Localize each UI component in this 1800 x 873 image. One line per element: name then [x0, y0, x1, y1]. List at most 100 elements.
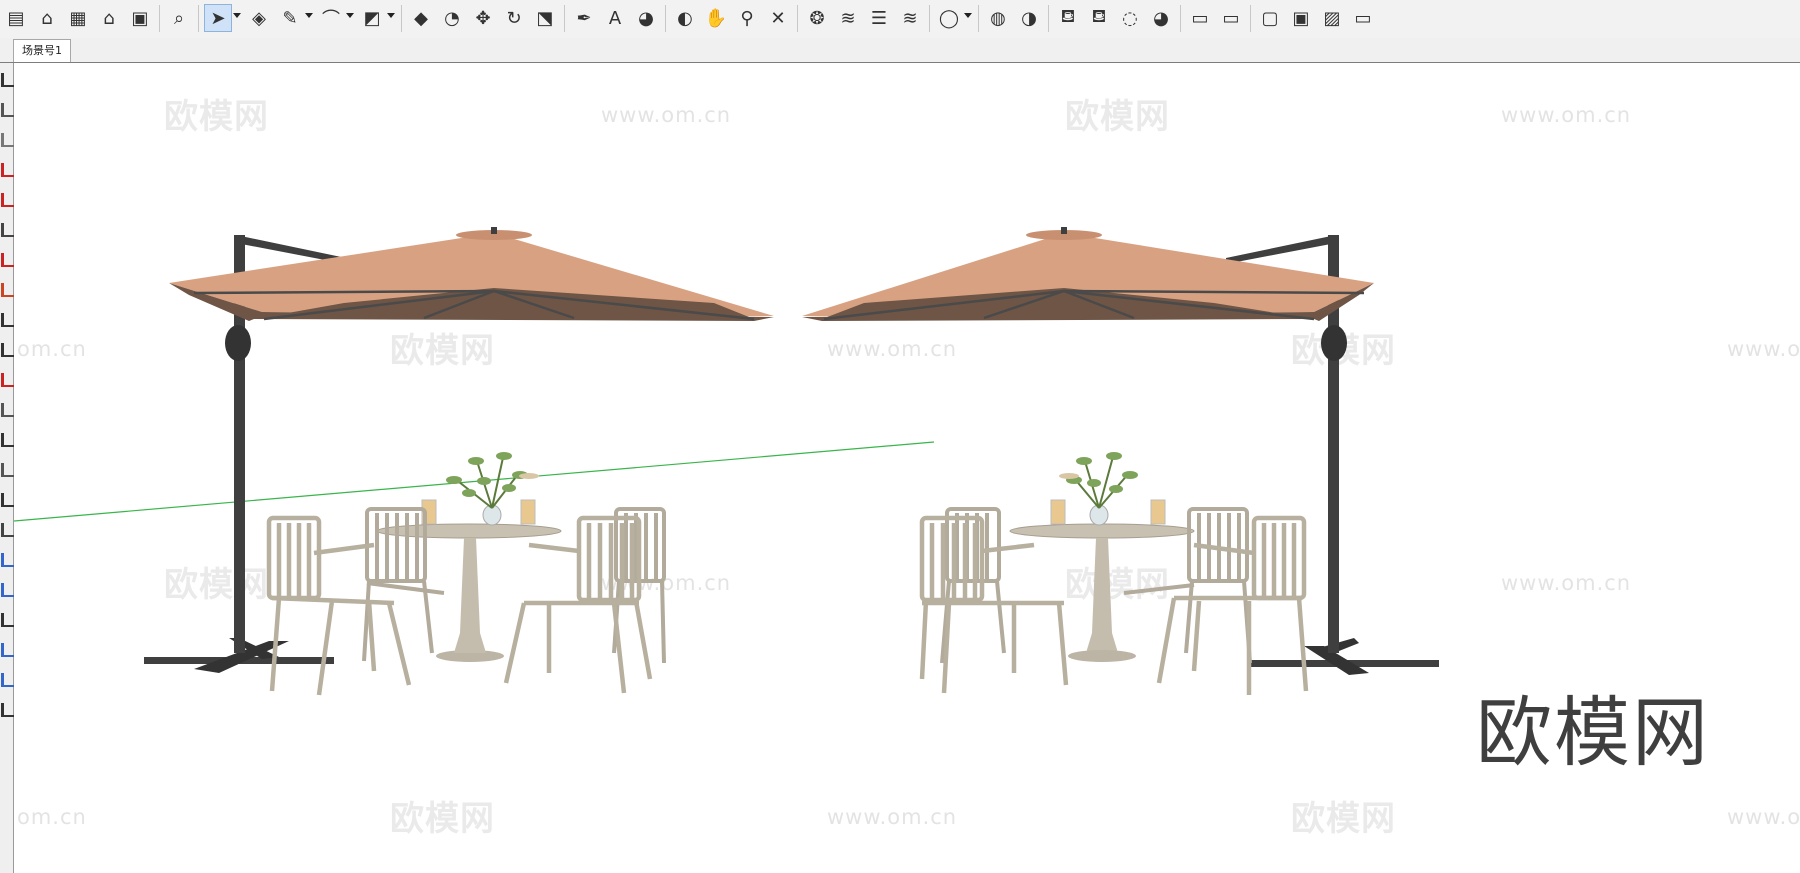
left-tool-icon[interactable]: [1, 223, 14, 237]
left-tool-icon[interactable]: [1, 583, 14, 597]
pencil-tool-button[interactable]: ✎: [276, 4, 304, 32]
palette-tool-button[interactable]: ◑: [1015, 4, 1043, 32]
select-tool-button[interactable]: ➤: [204, 4, 232, 32]
left-tool-icon[interactable]: [1, 103, 14, 117]
table-stem: [1092, 538, 1112, 633]
lock-tool-button[interactable]: ▭: [1349, 4, 1377, 32]
tape-measure-tool-button[interactable]: ✒: [570, 4, 598, 32]
open-tool-button[interactable]: ▤: [2, 4, 30, 32]
left-tool-icon[interactable]: [1, 553, 14, 567]
chevron-down-icon[interactable]: [233, 13, 241, 18]
table-stem: [454, 633, 486, 653]
left-tool-icon[interactable]: [1, 643, 14, 657]
chevron-down-icon[interactable]: [387, 13, 395, 18]
layers-icon: ☰: [870, 7, 888, 29]
paint-bucket-tool-button[interactable]: ◕: [632, 4, 660, 32]
left-tool-icon[interactable]: [1, 253, 14, 267]
window-tool-button[interactable]: ▢: [1256, 4, 1284, 32]
main-toolbar: ▤ ⌂ ▦ ⌂ ▣ ⌕ ➤ ◈ ✎ ⌒ ◩ ◆ ◔ ✥ ↻ ⬔ ✒ A ◕ ◐ ✋ ⚲ ✕ ❂ ≋ ☰ ≋ ◯ ◍ ◑ ⛾ ⛾ ◌ ◕ ▭ ▭ ▢ ▣ ▨ ▭: [0, 0, 1800, 39]
section-plane-icon: ▭: [1191, 7, 1209, 29]
scene-tab[interactable]: 场景号1: [13, 39, 71, 62]
chair-leg: [995, 580, 1006, 654]
left-tool-icon[interactable]: [1, 493, 14, 507]
materials-tool-button[interactable]: ◍: [984, 4, 1012, 32]
left-tool-icon[interactable]: [1, 193, 14, 207]
left-tool-icon[interactable]: [1, 463, 14, 477]
left-tool-icon[interactable]: [1, 373, 14, 387]
toolbar-separator: [665, 5, 666, 32]
eraser-tool-button[interactable]: ◈: [245, 4, 273, 32]
orbit-icon: ◐: [677, 7, 693, 29]
zoom-window-tool-button[interactable]: ⌕: [165, 4, 193, 32]
components-tool-button[interactable]: ❂: [803, 4, 831, 32]
scale-tool-button[interactable]: ⬔: [531, 4, 559, 32]
left-tool-icon[interactable]: [1, 133, 14, 147]
window-teapot-tool-button[interactable]: ▣: [1287, 4, 1315, 32]
umbrella-right: [802, 227, 1439, 675]
refresh-render-icon: ◌: [1122, 7, 1138, 29]
text-tool-button[interactable]: A: [601, 4, 629, 32]
drink-glass: [520, 499, 536, 525]
teapot-play-tool-button[interactable]: ⛾: [1085, 4, 1113, 32]
orbit-tool-button[interactable]: ◐: [671, 4, 699, 32]
section-display-tool-button[interactable]: ▭: [1217, 4, 1245, 32]
chair-back: [1251, 515, 1307, 601]
chevron-down-icon[interactable]: [305, 13, 313, 18]
shadows-tool-button[interactable]: ≋: [896, 4, 924, 32]
shape-icon: ◩: [363, 7, 381, 29]
layers-tool-button[interactable]: ☰: [865, 4, 893, 32]
open-icon: ▤: [7, 7, 25, 29]
home-tool-button[interactable]: ⌂: [33, 4, 61, 32]
follow-me-tool-button[interactable]: ◔: [438, 4, 466, 32]
lock-icon: ▭: [1354, 7, 1372, 29]
plant-leaf: [446, 476, 462, 484]
left-tool-icon[interactable]: [1, 73, 14, 87]
model-viewport[interactable]: 欧模网 www.om.cn 欧模网 www.om.cn om.cn 欧模网 ww…: [14, 63, 1800, 873]
chevron-down-icon[interactable]: [964, 13, 972, 18]
refresh-render-tool-button[interactable]: ◌: [1116, 4, 1144, 32]
left-tool-icon[interactable]: [1, 283, 14, 297]
zoom-extents-tool-button[interactable]: ✕: [764, 4, 792, 32]
home-outline-tool-button[interactable]: ⌂: [95, 4, 123, 32]
shape-tool-button[interactable]: ◩: [358, 4, 386, 32]
components-icon: ❂: [809, 7, 825, 29]
text-icon: A: [608, 7, 622, 29]
zoom-tool-button[interactable]: ⚲: [733, 4, 761, 32]
zoom-extents-icon: ✕: [770, 7, 786, 29]
chair-leg: [633, 600, 653, 680]
rotate-tool-button[interactable]: ↻: [500, 4, 528, 32]
teapot-tool-button[interactable]: ⛾: [1054, 4, 1082, 32]
home-icon: ⌂: [41, 7, 53, 29]
shadows-icon: ≋: [902, 7, 918, 29]
teapot-icon: ⛾: [1060, 6, 1076, 27]
left-tool-icon[interactable]: [1, 613, 14, 627]
styles-tool-button[interactable]: ≋: [834, 4, 862, 32]
left-tool-icon[interactable]: [1, 673, 14, 687]
left-tool-icon[interactable]: [1, 313, 14, 327]
left-tool-icon[interactable]: [1, 403, 14, 417]
toolbar-separator: [929, 5, 930, 32]
extension-warehouse-tool-button[interactable]: ▣: [126, 4, 154, 32]
left-tool-icon[interactable]: [1, 523, 14, 537]
account-tool-button[interactable]: ◯: [935, 4, 963, 32]
table-set-right: [919, 452, 1309, 695]
move-tool-button[interactable]: ✥: [469, 4, 497, 32]
left-tool-icon[interactable]: [1, 433, 14, 447]
section-plane-tool-button[interactable]: ▭: [1186, 4, 1214, 32]
window-image-tool-button[interactable]: ▨: [1318, 4, 1346, 32]
toolbar-separator: [159, 5, 160, 32]
left-tool-icon[interactable]: [1, 343, 14, 357]
plant-leaves: [1066, 452, 1138, 493]
left-tool-icon[interactable]: [1, 163, 14, 177]
pan-tool-button[interactable]: ✋: [702, 4, 730, 32]
section-display-icon: ▭: [1222, 7, 1240, 29]
arc-tool-button[interactable]: ⌒: [317, 4, 345, 32]
warehouse-tool-button[interactable]: ▦: [64, 4, 92, 32]
push-pull-tool-button[interactable]: ◆: [407, 4, 435, 32]
render-settings-tool-button[interactable]: ◕: [1147, 4, 1175, 32]
left-tool-icon[interactable]: [1, 703, 14, 717]
zoom-icon: ⚲: [740, 7, 754, 29]
plant-leaf: [1106, 452, 1122, 460]
chair-leg: [1296, 597, 1309, 692]
chevron-down-icon[interactable]: [346, 13, 354, 18]
